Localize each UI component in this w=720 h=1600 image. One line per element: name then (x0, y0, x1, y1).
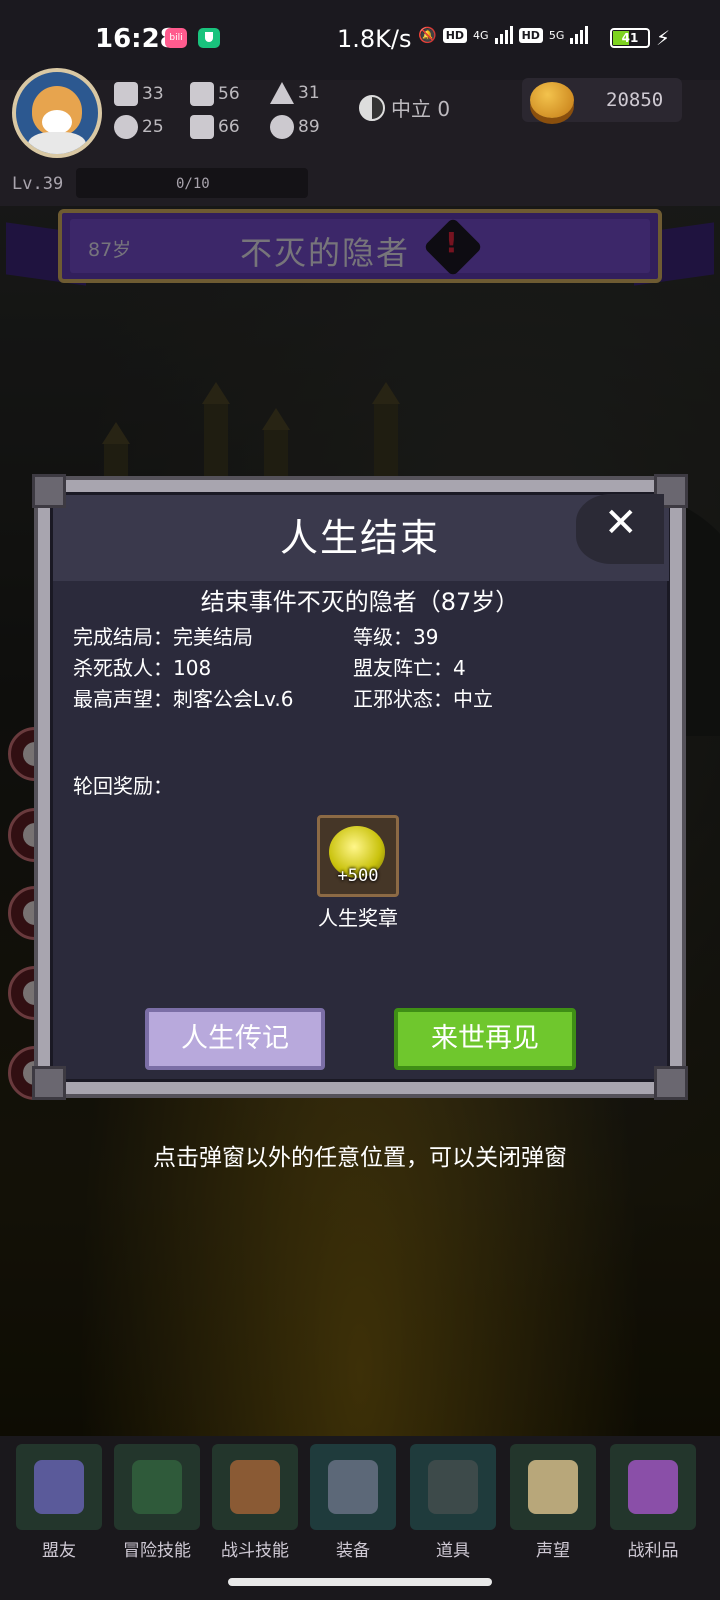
biography-button[interactable]: 人生传记 (145, 1008, 325, 1070)
status-bar: 16:28 bili 1.8K/s 🔕 HD 4G HD 5G 41 ⚡ (0, 0, 720, 80)
network-type-2: 5G (548, 28, 565, 42)
nav-loot[interactable]: 战利品 (610, 1444, 696, 1562)
next-life-button[interactable]: 来世再见 (394, 1008, 576, 1070)
player-level: Lv.39 (12, 174, 64, 194)
bilibili-icon: bili (165, 28, 187, 48)
fist-icon (114, 82, 138, 106)
hd-badge-2: HD (518, 27, 543, 43)
charging-icon: ⚡ (656, 26, 671, 50)
nav-equipment[interactable]: 装备 (310, 1444, 396, 1562)
stat-knowledge: 66 (190, 115, 240, 139)
mute-icon: 🔕 (418, 26, 437, 44)
nav-allies[interactable]: 盟友 (16, 1444, 102, 1562)
signal-icon (494, 26, 513, 44)
skill-book-icon (132, 1460, 182, 1514)
stat-ending: 完成结局：完美结局 (73, 625, 253, 649)
stat-magic: 31 (270, 82, 320, 104)
stat-strength: 33 (114, 82, 164, 106)
stat-allies-fallen: 盟友阵亡：4 (353, 656, 466, 680)
network-speed: 1.8K/s (337, 25, 412, 53)
stat-luck: 25 (114, 115, 164, 139)
stat-reputation: 最高声望：刺客公会Lv.6 (73, 687, 294, 711)
player-avatar[interactable] (12, 68, 102, 158)
signal-group: 🔕 HD 4G HD 5G (418, 26, 589, 44)
treasure-chest-icon (628, 1460, 678, 1514)
battery-icon: 41 (610, 28, 650, 48)
rewards-label: 轮回奖励： (73, 774, 173, 798)
gold-amount: 20850 (606, 89, 664, 111)
signal-icon-2 (570, 26, 589, 44)
wizard-hat-icon (270, 82, 294, 104)
pouch-icon (428, 1460, 478, 1514)
yin-yang-icon (359, 94, 385, 121)
ending-summary: 结束事件不灭的隐者（87岁） (200, 588, 520, 616)
stat-charm: 89 (270, 115, 320, 139)
crossed-swords-icon (328, 1460, 378, 1514)
nav-combat-skills[interactable]: 战斗技能 (212, 1444, 298, 1562)
stat-alignment: 正邪状态：中立 (353, 687, 493, 711)
shield-app-icon (198, 28, 220, 48)
xp-text: 0/10 (176, 176, 210, 192)
clover-icon (114, 115, 138, 139)
dialog-title: 人生结束 (279, 516, 440, 560)
scroll-icon (528, 1460, 578, 1514)
hand-icon (190, 82, 214, 106)
stat-kills: 杀死敌人：108 (73, 656, 212, 680)
reward-name: 人生奖章 (318, 906, 398, 930)
home-indicator[interactable] (228, 1578, 492, 1586)
handshake-icon (34, 1460, 84, 1514)
backpack-icon (230, 1460, 280, 1514)
gold-coin-icon (530, 82, 574, 118)
wings-icon (270, 115, 294, 139)
reward-amount: +500 (337, 866, 379, 886)
book-icon (190, 115, 214, 139)
battery-level: 41 (621, 31, 639, 45)
stat-level: 等级：39 (353, 625, 439, 649)
nav-reputation[interactable]: 声望 (510, 1444, 596, 1562)
network-type: 4G (473, 28, 489, 42)
nav-adventure-skills[interactable]: 冒险技能 (114, 1444, 200, 1562)
hd-badge: HD (442, 27, 468, 43)
nav-items[interactable]: 道具 (410, 1444, 496, 1562)
stat-dexterity: 56 (190, 82, 240, 106)
alignment: 中立 0 (359, 93, 450, 122)
close-hint: 点击弹窗以外的任意位置，可以关闭弹窗 (153, 1145, 567, 1171)
